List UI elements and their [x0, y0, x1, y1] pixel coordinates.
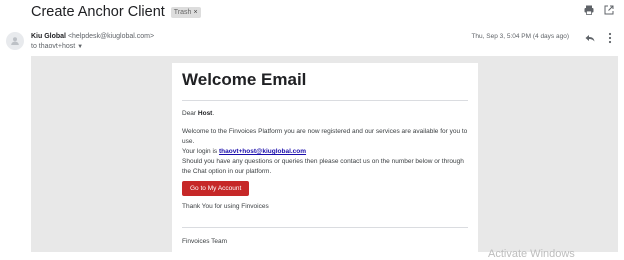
- recipient-details-toggle[interactable]: to thaovt+host ▼: [31, 42, 154, 52]
- go-to-account-button[interactable]: Go to My Account: [182, 181, 250, 196]
- thanks-text: Thank You for using Finvoices: [182, 203, 269, 210]
- activate-windows-watermark: Activate Windows: [488, 248, 575, 260]
- greeting-name: Host: [197, 110, 213, 117]
- avatar: [6, 32, 24, 50]
- login-line: Your login is thaovt+host@kiuglobal.com: [182, 147, 468, 157]
- thread-actions: [584, 5, 614, 15]
- divider: [182, 100, 468, 101]
- email-subject: Create Anchor Client: [31, 4, 165, 20]
- person-icon: [11, 37, 19, 45]
- email-message: Welcome to the Finvoices Platform you ar…: [182, 127, 468, 177]
- print-icon[interactable]: [584, 5, 594, 15]
- greeting: Dear Host.: [182, 109, 468, 119]
- login-email-link[interactable]: thaovt+host@kiuglobal.com: [219, 148, 306, 155]
- label-text: Trash: [173, 8, 192, 16]
- divider: [182, 227, 468, 228]
- welcome-email-card: Welcome Email Dear Host. Welcome to the …: [172, 63, 478, 260]
- open-in-new-icon[interactable]: [604, 5, 614, 15]
- remove-label-button[interactable]: ×: [193, 8, 197, 17]
- reply-icon[interactable]: [584, 31, 596, 49]
- signoff-text: Finvoices Team: [182, 238, 228, 245]
- email-date: Thu, Sep 3, 5:04 PM (4 days ago): [471, 33, 569, 40]
- trash-label-chip[interactable]: Trash ×: [170, 6, 201, 18]
- sender-email: <helpdesk@kiuglobal.com>: [67, 33, 155, 40]
- login-prefix: Your login is: [182, 148, 219, 155]
- greeting-suffix: .: [212, 110, 215, 117]
- sender-name: Kiu Global: [31, 33, 66, 40]
- subject-row: Create Anchor Client Trash ×: [31, 3, 201, 21]
- sender-block: Kiu Global <helpdesk@kiuglobal.com> to t…: [31, 32, 154, 52]
- contact-paragraph: Should you have any questions or queries…: [182, 158, 464, 175]
- welcome-paragraph: Welcome to the Finvoices Platform you ar…: [182, 128, 468, 145]
- greeting-prefix: Dear: [182, 110, 198, 117]
- email-heading: Welcome Email: [182, 70, 307, 89]
- caret-down-icon: ▼: [77, 44, 84, 50]
- more-vertical-icon[interactable]: [608, 31, 612, 49]
- to-line: to thaovt+host: [31, 43, 76, 50]
